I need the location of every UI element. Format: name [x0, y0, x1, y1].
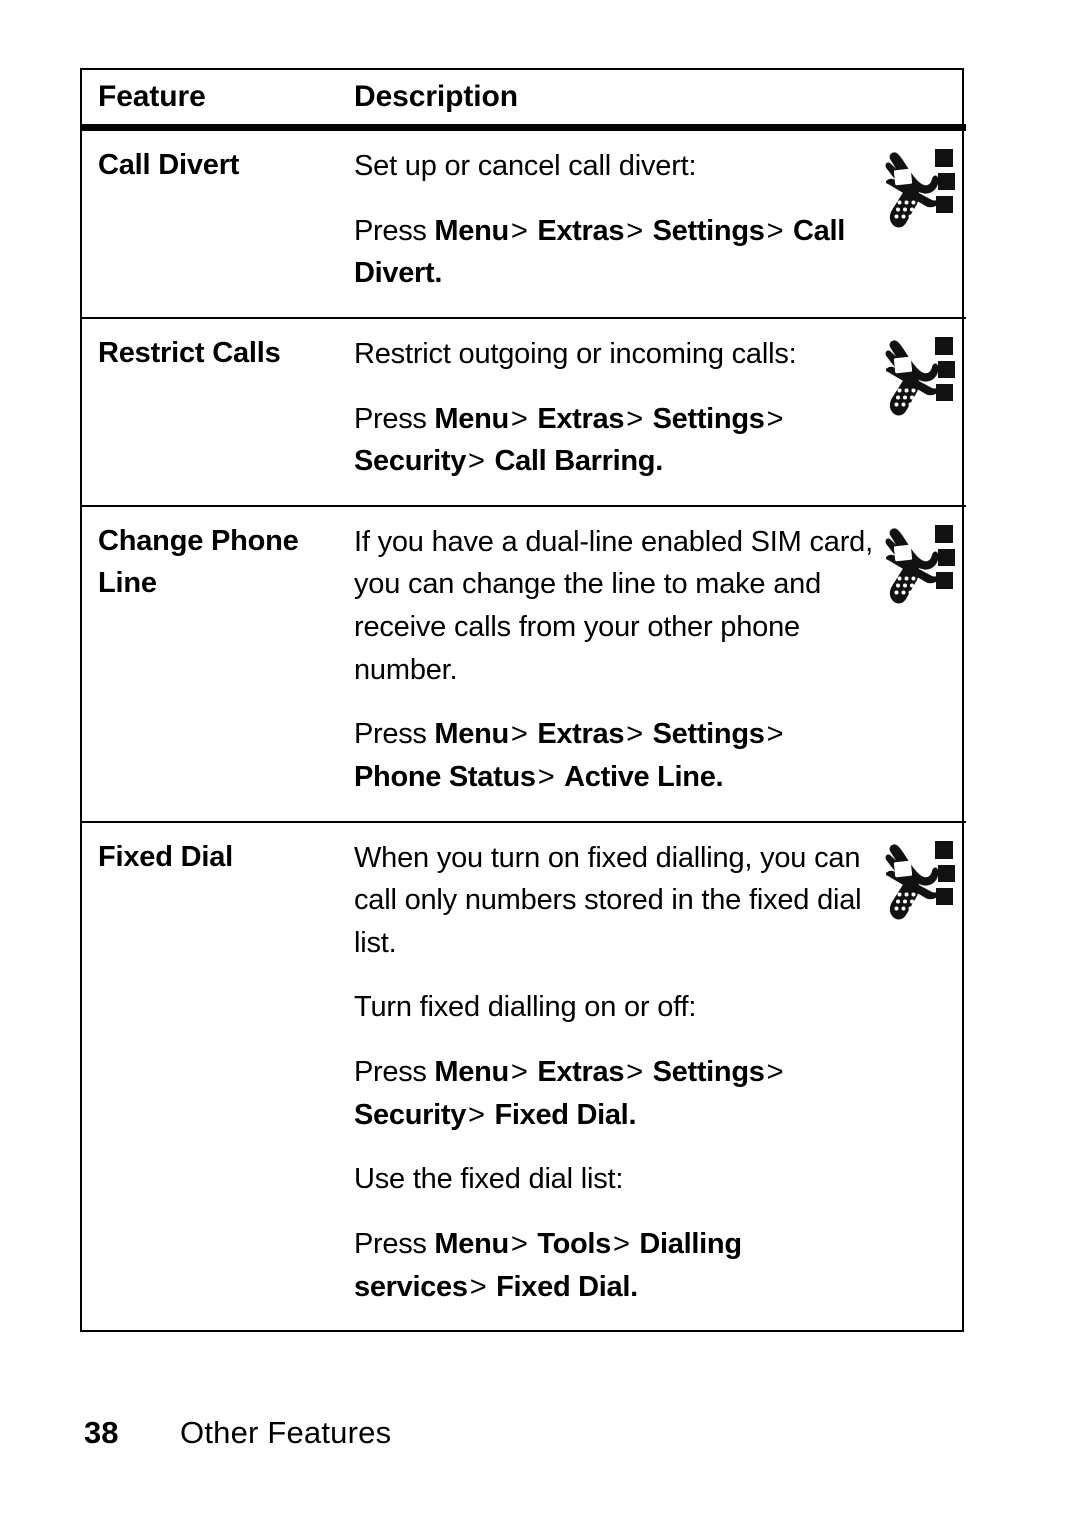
menu-path-trail: . — [434, 257, 443, 290]
manual-page: Feature Description Call Divert Set up or… — [0, 0, 1080, 1521]
menu-path-lead: Press — [354, 1227, 435, 1260]
menu-path-item: Extras — [537, 402, 625, 435]
menu-path-item: Menu — [434, 1056, 509, 1088]
table-row: Change Phone Line If you have a dual-line… — [82, 504, 966, 822]
menu-path-separator: > — [510, 718, 528, 751]
menu-path-item: Menu — [434, 718, 509, 751]
menu-path-separator: > — [510, 402, 528, 435]
menu-path-lead: Press — [354, 718, 435, 751]
feature-name-cell: Restrict Calls — [82, 316, 350, 506]
table-header-row: Feature Description — [82, 70, 966, 131]
flip-phone-signal-icon — [885, 840, 955, 919]
menu-path-item: Fixed Dial — [496, 1270, 631, 1303]
feature-name-cell: Call Divert — [98, 149, 240, 181]
menu-path-separator: > — [537, 760, 555, 793]
feature-description-table: Feature Description Call Divert Set up or… — [80, 68, 966, 1333]
menu-path-trail: . — [655, 445, 663, 478]
menu-path-separator: > — [468, 1098, 485, 1131]
column-header-icon — [880, 70, 966, 131]
menu-path-item: Settings — [652, 718, 765, 751]
menu-path-item: Security — [354, 1098, 467, 1131]
menu-path-separator: > — [510, 1227, 528, 1260]
menu-path-item: Menu — [434, 214, 509, 247]
flip-phone-signal-icon — [885, 336, 955, 416]
menu-path: Press Menu> Extras> Settings> Security> … — [354, 398, 874, 483]
flip-phone-signal-icon — [885, 524, 955, 604]
menu-path-trail: . — [630, 1270, 638, 1303]
menu-path-lead: Press — [354, 402, 435, 435]
description-cell: If you have a dual-line enabled SIM card… — [350, 504, 880, 822]
menu-path: Press Menu> Tools> Dialling services> Fi… — [354, 1223, 874, 1308]
menu-path-item: Extras — [537, 1056, 625, 1088]
feature-icon-cell — [880, 316, 966, 506]
menu-path-separator: > — [766, 1056, 784, 1088]
description-paragraph: Turn fixed dialling on or off: — [354, 991, 697, 1024]
feature-icon-cell — [880, 820, 966, 1331]
menu-path-item: Settings — [652, 214, 765, 247]
menu-path-item: Call Barring — [494, 445, 656, 478]
menu-path: Press Menu> Extras> Settings> Call Diver… — [354, 210, 874, 295]
menu-path-lead: Press — [354, 1056, 435, 1088]
description-paragraph: When you turn on fixed dialling, you can… — [354, 841, 862, 959]
menu-path-separator: > — [626, 214, 643, 247]
page-number: 38 — [84, 1415, 119, 1450]
description-paragraph: Use the fixed dial list: — [354, 1163, 624, 1196]
menu-path-separator: > — [626, 1056, 643, 1088]
menu-path-trail: . — [628, 1098, 637, 1131]
description-cell: Set up or cancel call divert: Press Menu>… — [350, 128, 880, 318]
menu-path-item: Settings — [652, 402, 765, 435]
column-header-description: Description — [350, 70, 880, 131]
menu-path-item: Active Line — [564, 760, 716, 793]
table-body: Call Divert Set up or cancel call divert:… — [82, 128, 966, 1331]
description-paragraph: Set up or cancel call divert: — [354, 150, 697, 182]
flip-phone-signal-icon — [885, 149, 955, 228]
footer-section-name: Other Features — [180, 1415, 392, 1450]
menu-path-trail: . — [715, 760, 724, 793]
menu-path-item: Phone Status — [354, 760, 536, 793]
menu-path-separator: > — [766, 718, 784, 751]
table-row: Call Divert Set up or cancel call divert:… — [82, 128, 966, 318]
menu-path-separator: > — [626, 718, 643, 751]
menu-path-item: Settings — [652, 1056, 765, 1088]
menu-path-item: Fixed Dial — [494, 1098, 629, 1131]
menu-path: Press Menu> Extras> Settings> Phone Stat… — [354, 713, 874, 798]
menu-path-separator: > — [469, 1270, 487, 1303]
menu-path-item: Tools — [537, 1227, 611, 1260]
menu-path-item: Extras — [537, 214, 625, 247]
menu-path-separator: > — [468, 445, 485, 478]
feature-icon-cell — [880, 128, 966, 318]
menu-path-separator: > — [766, 402, 784, 435]
menu-path-separator: > — [613, 1227, 630, 1260]
menu-path-item: Security — [354, 445, 467, 478]
table-row: Fixed Dial When you turn on fixed diallin… — [82, 820, 966, 1331]
table-row: Restrict Calls Restrict outgoing or incom… — [82, 316, 966, 506]
menu-path-lead: Press — [354, 214, 435, 247]
description-cell: Restrict outgoing or incoming calls: Pres… — [350, 316, 880, 506]
menu-path-item: Extras — [537, 718, 625, 751]
feature-icon-cell — [880, 504, 966, 822]
feature-name-cell: Fixed Dial — [82, 820, 350, 1331]
menu-path-separator: > — [510, 1056, 528, 1088]
table-header: Feature Description — [82, 70, 966, 131]
description-paragraph: Restrict outgoing or incoming calls: — [354, 337, 797, 370]
menu-path-separator: > — [510, 214, 528, 247]
menu-path: Press Menu> Extras> Settings> Security> … — [354, 1051, 874, 1136]
description-cell: When you turn on fixed dialling, you can… — [350, 820, 880, 1331]
description-paragraph: If you have a dual-line enabled SIM card… — [354, 525, 873, 686]
page-footer: 38 Other Features — [84, 1415, 391, 1451]
feature-name-cell: Change Phone Line — [82, 504, 350, 822]
column-header-feature: Feature — [82, 70, 350, 131]
menu-path-item: Menu — [434, 402, 509, 435]
menu-path-item: Menu — [434, 1227, 509, 1260]
menu-path-separator: > — [626, 402, 643, 435]
menu-path-separator: > — [766, 214, 784, 247]
